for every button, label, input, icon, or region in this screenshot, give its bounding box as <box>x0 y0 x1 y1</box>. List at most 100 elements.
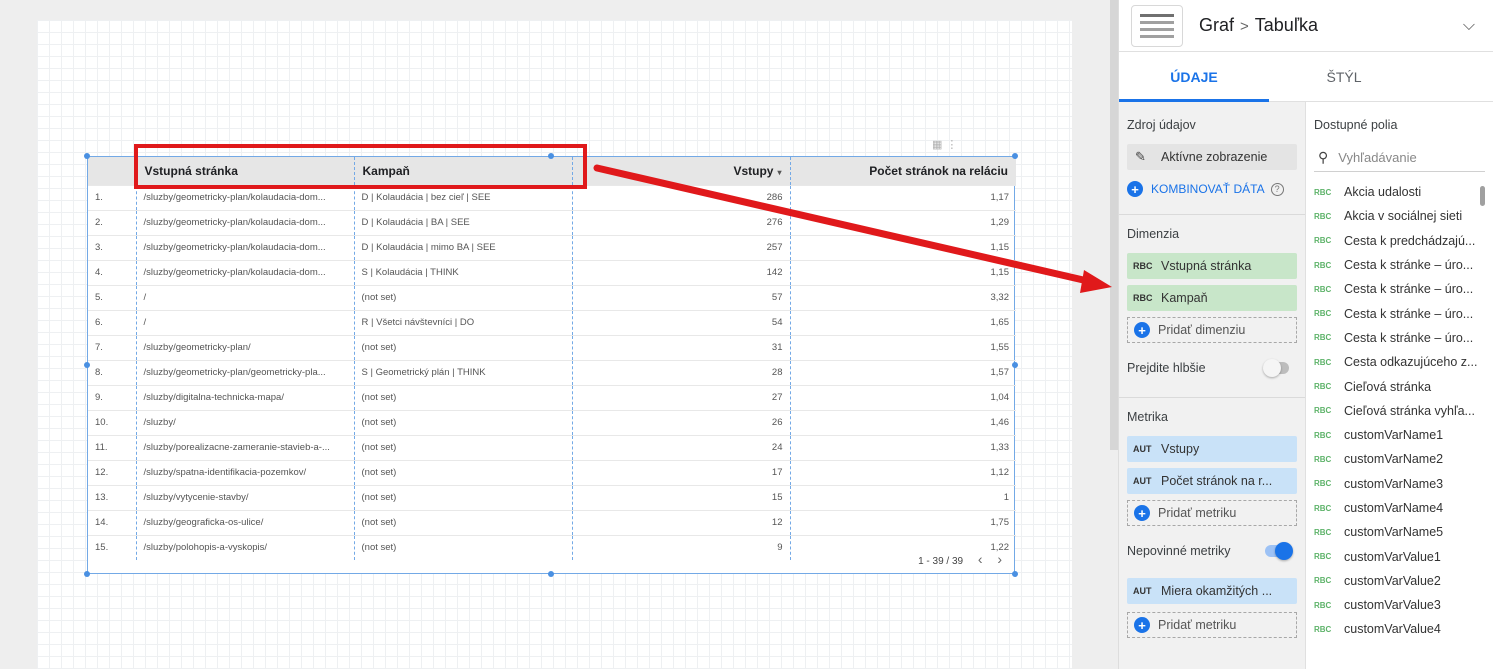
available-field[interactable]: RBC Cesta k stránke – úro... <box>1314 301 1485 325</box>
tab-data[interactable]: ÚDAJE <box>1119 52 1269 101</box>
text-type-icon: RBC <box>1314 284 1332 294</box>
available-field[interactable]: RBC Cesta k predchádzajú... <box>1314 229 1485 253</box>
available-field[interactable]: RBC customVarName3 <box>1314 472 1485 496</box>
field-name: customVarName5 <box>1344 525 1444 540</box>
text-type-icon: RBC <box>1314 236 1332 246</box>
available-fields-column: Dostupné polia ⚲ Vyhľadávanie RBC Akcia u… <box>1305 102 1493 669</box>
dimension-label: Dimenzia <box>1127 227 1180 241</box>
available-field[interactable]: RBC Akcia v sociálnej sieti <box>1314 204 1485 228</box>
add-optional-metric-label: Pridať metriku <box>1158 618 1237 632</box>
text-type-icon: RBC <box>1314 382 1332 392</box>
available-field[interactable]: RBC customVarValue4 <box>1314 617 1485 641</box>
available-field[interactable]: RBC Cesta odkazujúceho z... <box>1314 350 1485 374</box>
text-type-icon: RBC <box>1314 260 1332 270</box>
available-field[interactable]: RBC customVarValue3 <box>1314 593 1485 617</box>
dimension-name: Vstupná stránka <box>1161 259 1252 273</box>
search-icon: ⚲ <box>1318 149 1329 165</box>
dimension-chip-landing-page[interactable]: RBC Vstupná stránka <box>1127 253 1297 279</box>
optional-metrics-row: Nepovinné metriky <box>1127 536 1297 566</box>
optional-metrics-label: Nepovinné metriky <box>1127 544 1231 558</box>
available-field[interactable]: RBC customVarValue1 <box>1314 544 1485 568</box>
plus-icon: + <box>1127 181 1143 197</box>
text-type-icon: RBC <box>1314 527 1332 537</box>
plus-icon: + <box>1134 617 1150 633</box>
field-name: Cesta k predchádzajú... <box>1344 233 1476 248</box>
blend-data-button[interactable]: + KOMBINOVAŤ DÁTA ? <box>1127 178 1297 200</box>
help-icon[interactable]: ? <box>1270 182 1284 196</box>
text-type-icon: RBC <box>1314 357 1332 367</box>
metric-name: Miera okamžitých ... <box>1161 584 1273 598</box>
add-optional-metric-button[interactable]: + Pridať metriku <box>1127 612 1297 638</box>
field-name: Cesta k stránke – úro... <box>1344 330 1474 345</box>
fields-search[interactable]: ⚲ Vyhľadávanie <box>1314 144 1485 172</box>
optional-metric-chip-bounce-rate[interactable]: AUT Miera okamžitých ... <box>1127 578 1297 604</box>
field-name: customVarValue2 <box>1344 573 1441 588</box>
text-type-icon: RBC <box>1314 600 1332 610</box>
drill-down-label: Prejdite hlbšie <box>1127 361 1206 375</box>
text-type-icon: RBC <box>1314 479 1332 489</box>
dimension-chip-campaign[interactable]: RBC Kampaň <box>1127 285 1297 311</box>
data-source-name: Aktívne zobrazenie <box>1161 150 1268 164</box>
metric-chip-entries[interactable]: AUT Vstupy <box>1127 436 1297 462</box>
available-field[interactable]: RBC customVarName1 <box>1314 423 1485 447</box>
available-field[interactable]: RBC Cieľová stránka <box>1314 374 1485 398</box>
panel-title: Graf > Tabuľka <box>1199 15 1318 36</box>
number-type-icon: AUT <box>1133 444 1152 454</box>
text-type-icon: RBC <box>1314 211 1332 221</box>
text-type-icon: RBC <box>1314 454 1332 464</box>
metric-label: Metrika <box>1127 410 1168 424</box>
field-name: customVarValue4 <box>1344 622 1441 637</box>
available-fields-label: Dostupné polia <box>1314 118 1398 132</box>
field-name: Cesta k stránke – úro... <box>1344 306 1474 321</box>
text-type-icon: RBC <box>1314 503 1332 513</box>
pencil-icon[interactable]: ✎ <box>1135 149 1161 165</box>
title-separator: > <box>1240 18 1249 35</box>
text-type-icon: RBC <box>1314 552 1332 562</box>
title-chart: Graf <box>1199 15 1235 35</box>
text-type-icon: RBC <box>1314 430 1332 440</box>
text-type-icon: RBC <box>1314 406 1332 416</box>
available-field[interactable]: RBC Cesta k stránke – úro... <box>1314 277 1485 301</box>
plus-icon: + <box>1134 505 1150 521</box>
available-field[interactable]: RBC customVarName5 <box>1314 520 1485 544</box>
field-name: Cesta odkazujúceho z... <box>1344 355 1478 370</box>
available-field[interactable]: RBC customVarName4 <box>1314 496 1485 520</box>
text-type-icon: RBC <box>1133 293 1153 303</box>
add-metric-button[interactable]: + Pridať metriku <box>1127 500 1297 526</box>
optional-metrics-toggle[interactable] <box>1265 542 1293 560</box>
add-dimension-button[interactable]: + Pridať dimenziu <box>1127 317 1297 343</box>
chevron-down-icon[interactable]: ⌵ <box>1463 17 1475 35</box>
field-name: customVarName2 <box>1344 452 1444 467</box>
data-source-chip[interactable]: ✎ Aktívne zobrazenie <box>1127 144 1297 170</box>
field-name: Cesta k stránke – úro... <box>1344 258 1474 273</box>
panel-tabs: ÚDAJE ŠTÝL <box>1119 52 1493 102</box>
plus-icon: + <box>1134 322 1150 338</box>
tab-style[interactable]: ŠTÝL <box>1269 52 1419 101</box>
metric-name: Vstupy <box>1161 442 1200 456</box>
available-field[interactable]: RBC Cesta k stránke – úro... <box>1314 253 1485 277</box>
text-type-icon: RBC <box>1314 187 1332 197</box>
field-name: Cieľová stránka vyhľa... <box>1344 403 1475 418</box>
drill-down-toggle[interactable] <box>1263 359 1289 377</box>
field-name: customVarName1 <box>1344 428 1444 443</box>
text-type-icon: RBC <box>1314 576 1332 586</box>
data-config-column: Zdroj údajov ✎ Aktívne zobrazenie + KOMB… <box>1119 102 1305 669</box>
properties-panel: Graf > Tabuľka ⌵ ÚDAJE ŠTÝL Zdroj údajov ✎… <box>1118 0 1493 669</box>
available-field[interactable]: RBC customVarValue2 <box>1314 569 1485 593</box>
field-name: Cesta k stránke – úro... <box>1344 282 1474 297</box>
field-name: customVarName4 <box>1344 501 1444 515</box>
field-name: customVarValue1 <box>1344 549 1441 564</box>
table-chart-icon[interactable] <box>1131 4 1183 47</box>
available-field[interactable]: RBC customVarName2 <box>1314 447 1485 471</box>
field-name: Akcia udalosti <box>1344 185 1422 200</box>
metric-chip-pages-per-session[interactable]: AUT Počet stránok na r... <box>1127 468 1297 494</box>
blend-data-label: KOMBINOVAŤ DÁTA <box>1151 182 1265 196</box>
available-field[interactable]: RBC Cesta k stránke – úro... <box>1314 326 1485 350</box>
panel-header: Graf > Tabuľka ⌵ <box>1119 0 1493 52</box>
text-type-icon: RBC <box>1133 261 1153 271</box>
field-name: Cieľová stránka <box>1344 379 1432 394</box>
fields-scrollbar[interactable] <box>1480 186 1485 206</box>
available-field[interactable]: RBC Cieľová stránka vyhľa... <box>1314 399 1485 423</box>
available-field[interactable]: RBC Akcia udalosti <box>1314 180 1485 204</box>
field-name: Akcia v sociálnej sieti <box>1344 209 1463 224</box>
